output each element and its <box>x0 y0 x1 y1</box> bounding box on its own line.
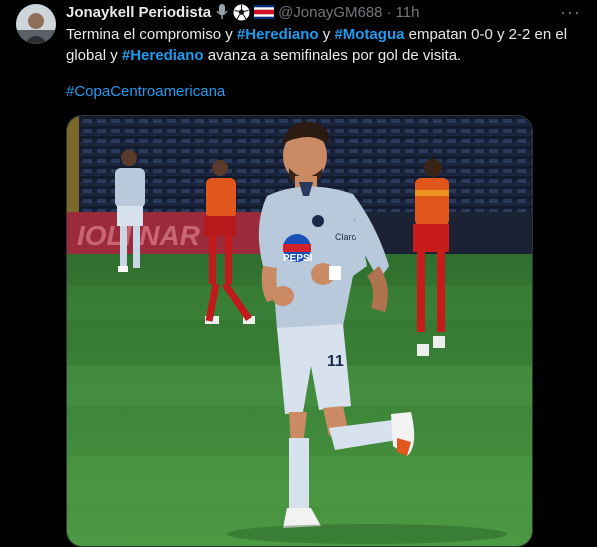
tweet-text-part: y <box>318 26 335 43</box>
hashtag-link[interactable]: #Motagua <box>334 26 404 43</box>
separator: · <box>386 3 392 21</box>
costa-rica-flag-icon <box>254 5 275 19</box>
tweet-photo[interactable]: IOLI NAR PEPSI Claro 11 <box>66 115 533 547</box>
tweet-text: Termina el compromiso y #Herediano y #Mo… <box>66 24 581 66</box>
tweet-text-part: avanza a semifinales por gol de visita. <box>203 47 462 64</box>
hashtag-link[interactable]: #Herediano <box>122 47 204 64</box>
avatar[interactable] <box>16 4 56 44</box>
microphone-emoji-icon <box>215 4 229 20</box>
soccer-ball-emoji-icon <box>233 4 250 21</box>
author-handle[interactable]: @JonayGM688 <box>278 4 382 21</box>
author-name[interactable]: Jonaykell Periodista <box>66 4 211 21</box>
tweet[interactable]: Jonaykell Periodista @JonayGM688 · 11h ·… <box>0 0 597 547</box>
shirt-sponsor: PEPSI <box>283 253 313 264</box>
tweet-text-part: Termina el compromiso y <box>66 26 237 43</box>
tweet-time[interactable]: 11h <box>396 4 420 21</box>
more-horizontal-icon[interactable]: ··· <box>560 2 581 23</box>
hashtag-link[interactable]: #Herediano <box>237 26 319 43</box>
shirt-sponsor-secondary: Claro <box>335 232 357 242</box>
tweet-header: Jonaykell Periodista @JonayGM688 · 11h <box>66 2 419 22</box>
shorts-number: 11 <box>327 353 344 370</box>
hashtag-link[interactable]: #CopaCentroamericana <box>66 83 225 100</box>
